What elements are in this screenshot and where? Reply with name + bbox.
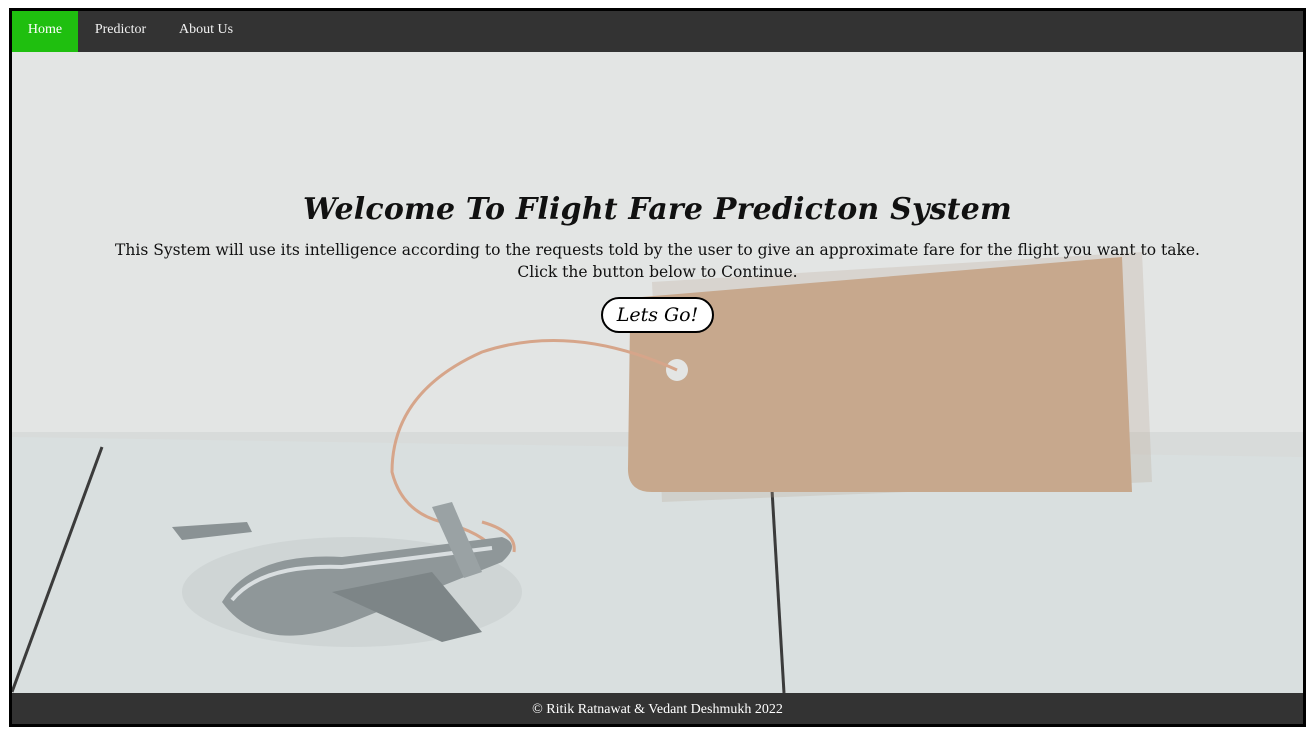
hero-content: Welcome To Flight Fare Predicton System … xyxy=(12,192,1303,333)
nav-home[interactable]: Home xyxy=(12,11,78,52)
hero-description-line2: Click the button below to Continue. xyxy=(517,263,798,281)
hero-description: This System will use its intelligence ac… xyxy=(12,239,1303,283)
nav-about-us[interactable]: About Us xyxy=(163,11,249,52)
page-frame: Home Predictor About Us Welcome To Fligh… xyxy=(9,8,1306,727)
top-nav: Home Predictor About Us xyxy=(12,11,1303,52)
page-title: Welcome To Flight Fare Predicton System xyxy=(303,192,1012,227)
hero-section: Welcome To Flight Fare Predicton System … xyxy=(12,52,1303,693)
copyright-text: © Ritik Ratnawat & Vedant Deshmukh 2022 xyxy=(532,702,783,717)
hero-description-line1: This System will use its intelligence ac… xyxy=(115,241,1200,259)
nav-predictor[interactable]: Predictor xyxy=(78,11,163,52)
hero-background-image xyxy=(12,52,1303,693)
footer: © Ritik Ratnawat & Vedant Deshmukh 2022 xyxy=(12,693,1303,724)
lets-go-button[interactable]: Lets Go! xyxy=(600,297,715,333)
